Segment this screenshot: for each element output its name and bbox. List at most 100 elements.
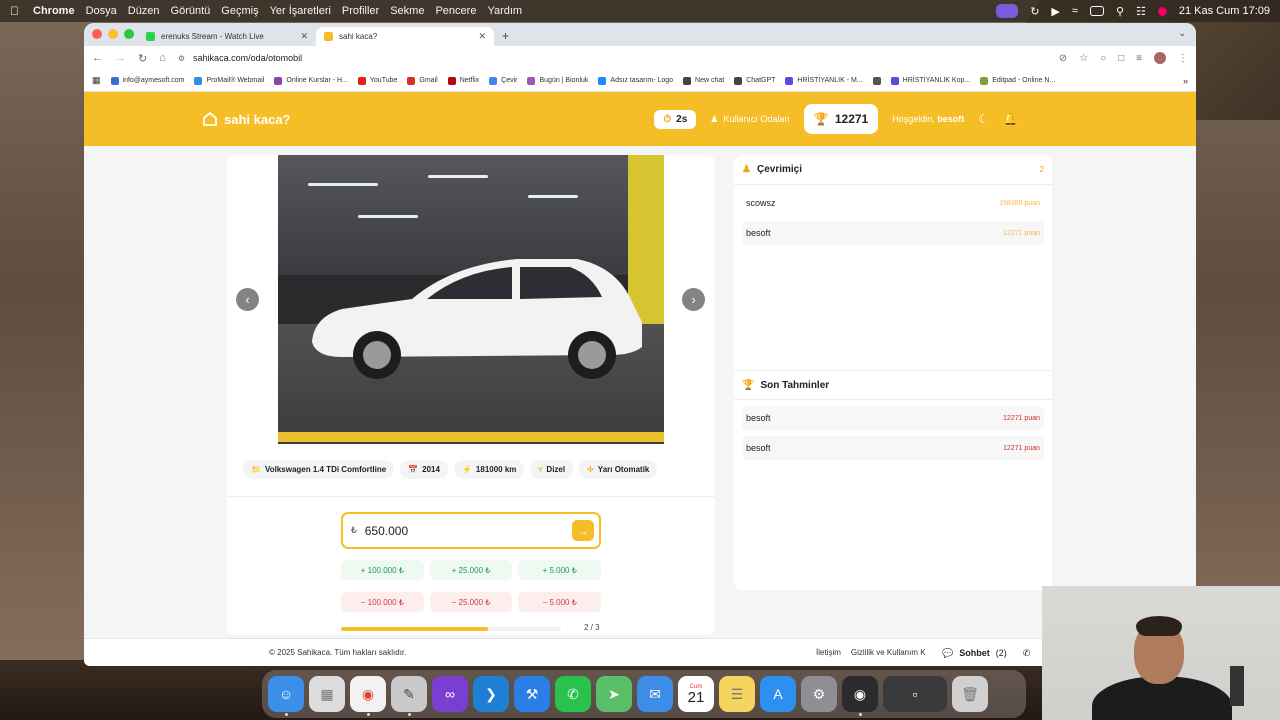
wifi-icon[interactable]: ≈ <box>1072 5 1078 17</box>
tab-sahi-kaca[interactable]: sahi kaca? ✕ <box>316 27 494 46</box>
search-icon[interactable]: ⚲ <box>1116 5 1124 18</box>
menu-clock[interactable]: 21 Kas Cum 17:09 <box>1179 5 1270 17</box>
site-info-icon[interactable]: ⚙ <box>178 54 185 63</box>
control-center-icon[interactable]: ☷ <box>1136 5 1146 18</box>
bookmark-item[interactable]: HRİSTİYANLIK - M... <box>785 76 863 85</box>
finder-icon[interactable]: ☺ <box>268 676 304 716</box>
profile-avatar[interactable] <box>1154 52 1166 64</box>
zoom-window-button[interactable] <box>124 29 134 39</box>
system-settings-icon[interactable]: ⚙ <box>801 676 837 712</box>
new-tab-icon[interactable]: + <box>502 29 509 43</box>
bookmark-item[interactable]: Çevir <box>489 76 517 85</box>
eye-off-icon[interactable]: ⊘ <box>1059 53 1067 64</box>
add-5000-button[interactable]: + 5.000 ₺ <box>518 560 602 580</box>
add-100000-button[interactable]: + 100.000 ₺ <box>341 560 424 580</box>
bookmark-star-icon[interactable]: ☆ <box>1079 53 1088 64</box>
reload-icon[interactable]: ↻ <box>138 52 147 65</box>
home-icon[interactable]: ⌂ <box>159 52 166 64</box>
bookmark-item[interactable]: info@aymesoft.com <box>110 76 184 85</box>
apps-grid-icon[interactable]: ▦ <box>92 75 101 86</box>
xcode-icon[interactable]: ⚒ <box>514 676 550 712</box>
prev-photo-button[interactable]: ‹ <box>236 288 259 311</box>
menu-item-goruntu[interactable]: Görüntü <box>171 5 211 17</box>
gimp-icon[interactable]: ✎ <box>391 676 427 716</box>
add-25000-button[interactable]: + 25.000 ₺ <box>429 560 513 580</box>
bookmark-item[interactable]: Adsız tasarım- Logo <box>598 76 673 85</box>
battery-icon[interactable] <box>1089 6 1104 16</box>
calendar-icon[interactable]: Cum 21 <box>678 676 714 712</box>
media-icon[interactable]: ≡ <box>1136 53 1142 64</box>
menu-item-dosya[interactable]: Dosya <box>86 5 117 17</box>
notes-icon[interactable]: ☰ <box>719 676 755 712</box>
bell-icon[interactable]: 🔔 <box>1003 112 1018 126</box>
menu-item-yardim[interactable]: Yardım <box>487 5 522 17</box>
close-tab-icon[interactable]: ✕ <box>300 31 308 42</box>
screen-thumb-icon[interactable]: ▫ <box>883 676 947 712</box>
forward-icon[interactable]: → <box>115 52 126 64</box>
bookmark-item[interactable]: YouTube <box>357 76 397 85</box>
next-photo-button[interactable]: › <box>682 288 705 311</box>
phone-icon[interactable]: ✆ <box>1023 648 1031 659</box>
bookmark-item[interactable]: HRİSTİYANLIK Kop... <box>890 76 970 85</box>
extension-icon[interactable]: ○ <box>1100 53 1106 64</box>
menu-item-profiller[interactable]: Profiller <box>342 5 379 17</box>
bookmark-item[interactable]: ChatGPT <box>734 76 775 85</box>
close-window-button[interactable] <box>92 29 102 39</box>
menu-app-name[interactable]: Chrome <box>33 5 75 17</box>
tab-erenuks-stream[interactable]: erenuks Stream - Watch Live ✕ <box>138 27 316 46</box>
menu-item-duzen[interactable]: Düzen <box>128 5 160 17</box>
privacy-link[interactable]: Gizlilik ve Kullanım K <box>851 648 926 657</box>
moon-icon[interactable]: ☾ <box>978 112 989 126</box>
menu-item-pencere[interactable]: Pencere <box>435 5 476 17</box>
online-user-name: scowsz <box>746 198 776 208</box>
site-logo[interactable]: sahi kaca? <box>202 111 291 127</box>
bookmark-item[interactable]: ProMail® Webmail <box>194 76 264 85</box>
back-icon[interactable]: ← <box>92 52 103 64</box>
bookmark-label: Netflix <box>459 77 480 84</box>
apple-icon[interactable]:  <box>10 4 19 18</box>
launchpad-icon[interactable]: ▦ <box>309 676 345 712</box>
trash-icon[interactable]: 🗑 <box>952 676 988 712</box>
tab-search-chevron-icon[interactable]: ⌄ <box>1178 28 1186 39</box>
play-icon[interactable]: ▶ <box>1051 5 1059 18</box>
chrome-icon[interactable]: ◉ <box>350 676 386 716</box>
menu-item-sekme[interactable]: Sekme <box>390 5 424 17</box>
vscode-icon[interactable]: ❯ <box>473 676 509 712</box>
price-guess-input[interactable]: ₺ 650.000 → <box>341 512 601 549</box>
subtract-25000-button[interactable]: − 25.000 ₺ <box>429 592 513 612</box>
recent-guess-points: 12271 puan <box>1003 444 1040 452</box>
subtract-100000-button[interactable]: − 100.000 ₺ <box>341 592 424 612</box>
menu-item-yer-isaretleri[interactable]: Yer İşaretleri <box>270 5 331 17</box>
bookmark-item[interactable]: Online Kurslar - H... <box>274 76 348 85</box>
address-bar[interactable]: ⚙ sahikaca.com/oda/otomobil <box>178 48 1047 68</box>
bookmarks-overflow-icon[interactable]: » <box>1183 76 1188 86</box>
siri-icon[interactable] <box>1157 6 1167 16</box>
bookmark-item[interactable]: Bugün | Bionluk <box>527 76 588 85</box>
chip-fuel: ▿ Dizel <box>530 460 574 479</box>
bookmark-item[interactable]: Editpad - Online N... <box>980 76 1055 85</box>
bookmark-item[interactable]: Netflix <box>447 76 480 85</box>
visual-studio-icon[interactable]: ∞ <box>432 676 468 712</box>
address-url[interactable]: sahikaca.com/oda/otomobil <box>193 53 302 63</box>
whatsapp-icon[interactable]: ✆ <box>555 676 591 712</box>
close-tab-icon[interactable]: ✕ <box>478 31 486 42</box>
more-menu-icon[interactable]: ⋮ <box>1178 53 1188 64</box>
user-rooms-link[interactable]: ♟ Kullanıcı Odaları <box>710 114 790 125</box>
refresh-status-icon[interactable]: ↻ <box>1030 5 1039 18</box>
screen-record-icon[interactable] <box>996 4 1019 18</box>
mail-icon[interactable]: ✉ <box>637 676 673 712</box>
bookmark-item[interactable]: Gmail <box>407 76 438 85</box>
subtract-5000-button[interactable]: − 5.000 ₺ <box>518 592 602 612</box>
puzzle-icon[interactable]: □ <box>1118 53 1124 64</box>
app-store-icon[interactable]: A <box>760 676 796 712</box>
price-guess-value[interactable]: 650.000 <box>365 524 408 538</box>
bookmark-item[interactable]: New chat <box>683 76 724 85</box>
bookmark-item[interactable] <box>872 76 881 85</box>
maps-icon[interactable]: ➤ <box>596 676 632 712</box>
minimize-window-button[interactable] <box>108 29 118 39</box>
chat-button[interactable]: 💬 Sohbet (2) ✆ <box>936 643 1037 663</box>
contact-link[interactable]: İletişim <box>816 648 841 657</box>
obs-icon[interactable]: ◉ <box>842 676 878 716</box>
submit-guess-button[interactable]: → <box>572 520 594 541</box>
menu-item-gecmis[interactable]: Geçmiş <box>221 5 258 17</box>
